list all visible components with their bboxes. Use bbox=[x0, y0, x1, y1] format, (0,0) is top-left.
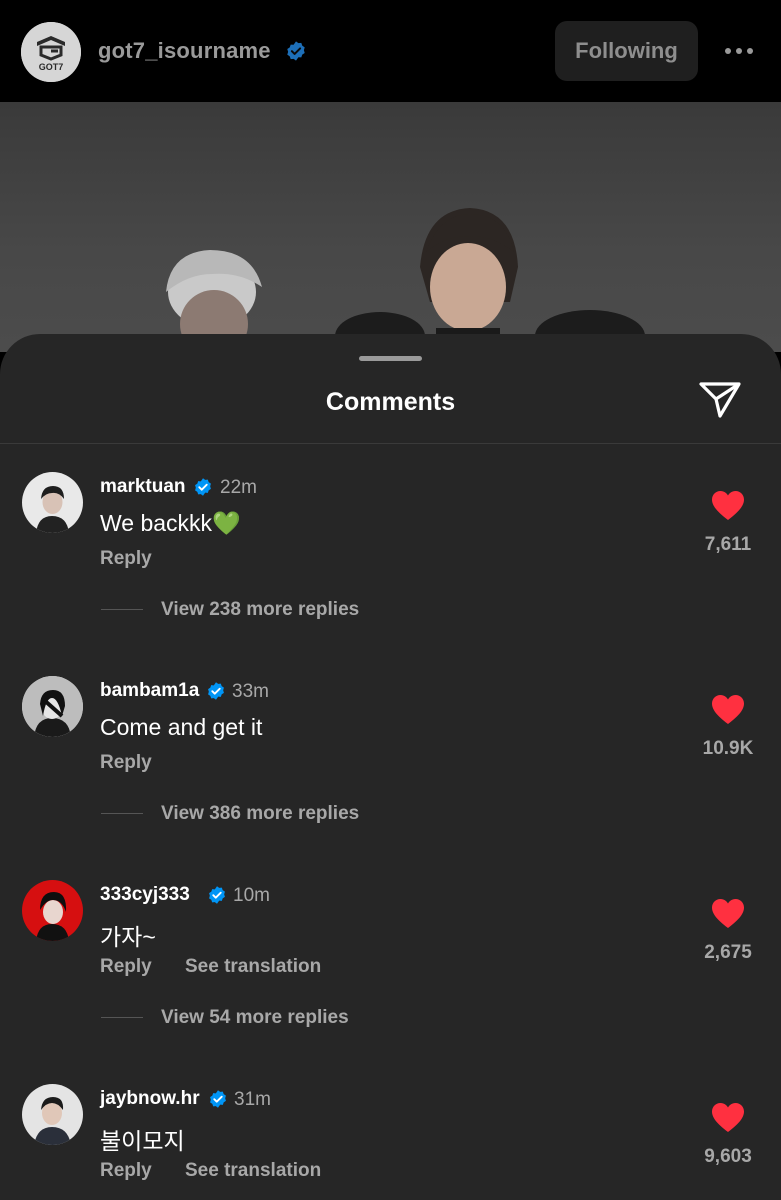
replies-divider-line bbox=[101, 813, 143, 814]
comments-sheet: Comments marktuan 22m We backkk💚 Reply V… bbox=[0, 334, 781, 1200]
view-replies-link[interactable]: View 238 more replies bbox=[161, 599, 359, 621]
view-replies-link[interactable]: View 386 more replies bbox=[161, 803, 359, 825]
avatar-image bbox=[22, 676, 83, 737]
heart-icon[interactable] bbox=[711, 694, 745, 726]
see-translation-button[interactable]: See translation bbox=[185, 1160, 321, 1182]
comment-item: jaybnow.hr 31m 불이모지 Reply See translatio… bbox=[0, 1080, 781, 1200]
avatar[interactable] bbox=[22, 880, 83, 941]
view-replies-link[interactable]: View 54 more replies bbox=[161, 1007, 349, 1029]
sheet-divider bbox=[0, 443, 781, 444]
reply-button[interactable]: Reply bbox=[100, 956, 152, 978]
comment-text: 불이모지 bbox=[100, 1128, 185, 1154]
heart-icon[interactable] bbox=[711, 490, 745, 522]
more-horizontal-icon[interactable] bbox=[720, 40, 758, 62]
comment-username[interactable]: 333cyj333 bbox=[100, 884, 190, 906]
avatar-image bbox=[22, 880, 83, 941]
profile-avatar[interactable]: GOT7 bbox=[21, 22, 81, 82]
avatar-image bbox=[22, 1084, 83, 1145]
comment-time: 31m bbox=[234, 1089, 271, 1110]
like-count: 10.9K bbox=[702, 738, 754, 759]
comment-item: bambam1a 33m Come and get it Reply View … bbox=[0, 672, 781, 872]
like-count: 2,675 bbox=[704, 942, 752, 963]
comment-item: marktuan 22m We backkk💚 Reply View 238 m… bbox=[0, 468, 781, 668]
comment-username[interactable]: bambam1a bbox=[100, 680, 199, 702]
verified-badge-icon bbox=[210, 1090, 226, 1108]
got7-logo-icon: GOT7 bbox=[21, 22, 81, 82]
comment-item: 333cyj333 10m 가자~ Reply See translation … bbox=[0, 876, 781, 1076]
see-translation-button[interactable]: See translation bbox=[185, 956, 321, 978]
heart-icon[interactable] bbox=[711, 898, 745, 930]
green-heart-emoji: 💚 bbox=[212, 510, 241, 536]
avatar[interactable] bbox=[22, 472, 83, 533]
comment-time: 10m bbox=[233, 885, 270, 906]
like-count: 9,603 bbox=[704, 1146, 752, 1167]
sheet-drag-handle[interactable] bbox=[359, 356, 422, 361]
post-header: GOT7 got7_isourname Following bbox=[0, 0, 781, 102]
reply-button[interactable]: Reply bbox=[100, 752, 152, 774]
verified-badge-icon bbox=[209, 886, 225, 904]
replies-divider-line bbox=[101, 609, 143, 610]
comment-time: 22m bbox=[220, 477, 257, 498]
comment-username[interactable]: marktuan bbox=[100, 476, 186, 498]
comment-text: Come and get it bbox=[100, 714, 263, 740]
avatar-image bbox=[22, 472, 83, 533]
header-username[interactable]: got7_isourname bbox=[98, 38, 271, 64]
group-photo-image bbox=[166, 208, 645, 352]
comment-text: We backkk💚 bbox=[100, 510, 241, 536]
like-count: 7,611 bbox=[704, 534, 752, 555]
comment-username[interactable]: jaybnow.hr bbox=[100, 1088, 200, 1110]
heart-icon[interactable] bbox=[711, 1102, 745, 1134]
comment-time: 33m bbox=[232, 681, 269, 702]
reply-button[interactable]: Reply bbox=[100, 1160, 152, 1182]
comment-text: 가자~ bbox=[100, 924, 156, 950]
sheet-title: Comments bbox=[325, 388, 456, 416]
send-icon[interactable] bbox=[698, 380, 742, 420]
reply-button[interactable]: Reply bbox=[100, 548, 152, 570]
verified-badge-icon bbox=[287, 41, 305, 61]
replies-divider-line bbox=[101, 1017, 143, 1018]
following-button[interactable]: Following bbox=[555, 21, 698, 81]
avatar[interactable] bbox=[22, 1084, 83, 1145]
verified-badge-icon bbox=[195, 478, 211, 496]
svg-text:GOT7: GOT7 bbox=[39, 62, 64, 72]
avatar[interactable] bbox=[22, 676, 83, 737]
post-photo[interactable] bbox=[0, 102, 781, 352]
verified-badge-icon bbox=[208, 682, 224, 700]
